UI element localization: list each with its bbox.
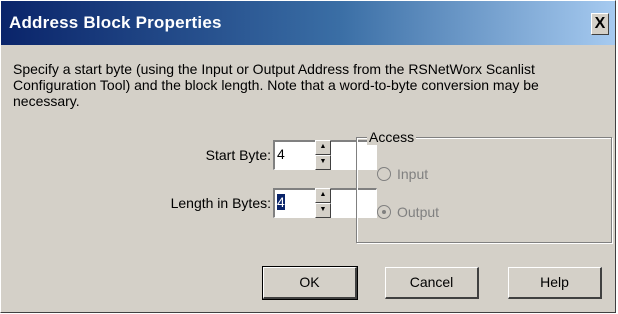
- length-in-bytes-value: 4: [277, 194, 285, 210]
- start-byte-label: Start Byte:: [205, 147, 271, 163]
- close-icon: X: [594, 15, 606, 32]
- radio-input-label: Input: [397, 166, 429, 182]
- start-byte-spinner[interactable]: ▲ ▼: [315, 140, 331, 170]
- length-down-button[interactable]: ▼: [315, 203, 331, 218]
- cancel-button[interactable]: Cancel: [385, 267, 479, 299]
- radio-button-selected-icon: [377, 205, 391, 219]
- down-arrow-icon: ▼: [319, 158, 327, 165]
- down-arrow-icon: ▼: [319, 206, 327, 213]
- length-in-bytes-spinner[interactable]: ▲ ▼: [315, 188, 331, 218]
- start-byte-value: 4: [277, 146, 285, 162]
- length-up-button[interactable]: ▲: [315, 188, 331, 203]
- instructions-text: Specify a start byte (using the Input or…: [13, 61, 539, 109]
- close-button[interactable]: X: [591, 13, 609, 35]
- start-byte-down-button[interactable]: ▼: [315, 155, 331, 170]
- access-groupbox: Access Input Output: [356, 129, 612, 243]
- access-legend: Access: [367, 129, 417, 145]
- address-block-properties-dialog: Address Block Properties X Specify a sta…: [0, 0, 616, 313]
- radio-output-label: Output: [397, 204, 440, 220]
- title-bar[interactable]: Address Block Properties X: [1, 1, 615, 45]
- up-arrow-icon: ▲: [319, 191, 327, 198]
- up-arrow-icon: ▲: [319, 143, 327, 150]
- radio-button-icon: [377, 167, 391, 181]
- ok-button[interactable]: OK: [262, 266, 358, 300]
- length-in-bytes-label: Length in Bytes:: [170, 195, 271, 211]
- help-button[interactable]: Help: [508, 267, 602, 299]
- radio-input[interactable]: Input: [377, 166, 428, 182]
- dialog-title: Address Block Properties: [9, 13, 222, 32]
- radio-output[interactable]: Output: [377, 204, 439, 220]
- start-byte-up-button[interactable]: ▲: [315, 140, 331, 155]
